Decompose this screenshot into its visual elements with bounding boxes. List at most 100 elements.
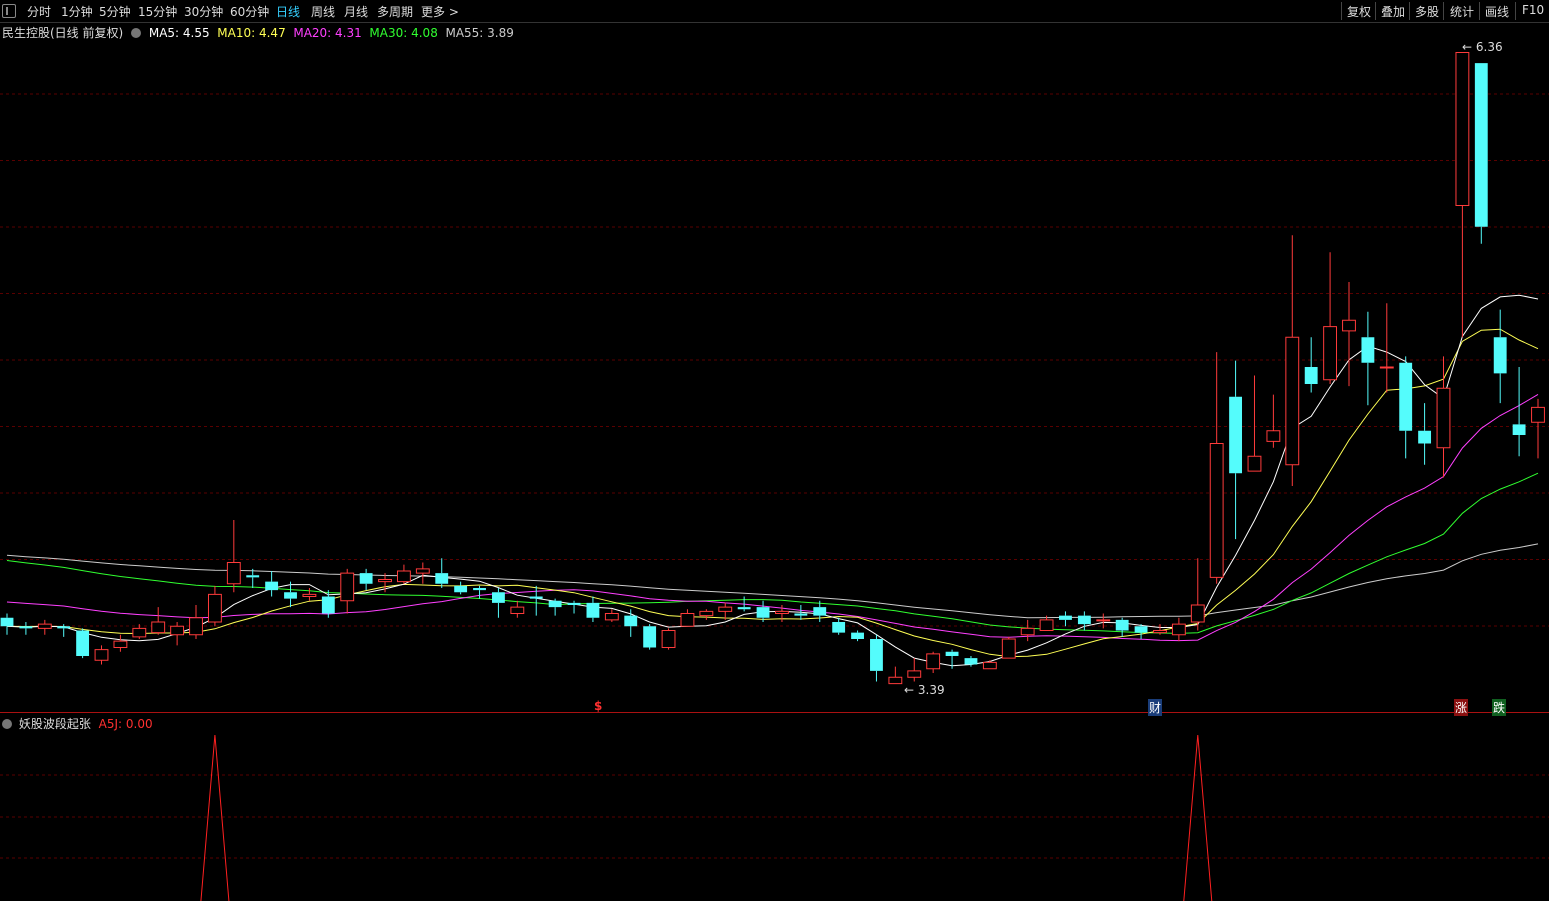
candle-down [624, 615, 638, 627]
candle-up [1020, 627, 1035, 636]
sub-settings-icon[interactable] [2, 719, 12, 729]
candle-up [1285, 336, 1300, 466]
candle-down [1361, 337, 1375, 363]
settings-dropdown-icon[interactable] [131, 28, 142, 38]
candle-up [37, 623, 52, 629]
candle-down [1399, 362, 1413, 431]
candle-down [1304, 367, 1318, 384]
candle-down [321, 596, 335, 614]
candle-up [661, 630, 676, 648]
candle-up [1455, 52, 1470, 206]
candle-down [794, 613, 808, 616]
high-price-label: ← 6.36 [1462, 40, 1503, 54]
candle-down [284, 592, 297, 599]
candle-down [643, 626, 657, 648]
candle-up [1436, 387, 1451, 449]
candle-down [435, 573, 449, 584]
sub-chart-header: 妖股波段起张 A5J: 0.00 [2, 715, 153, 732]
candle-up [888, 676, 903, 685]
candle-up [302, 593, 317, 597]
candle-up [1153, 630, 1167, 634]
candle-up [1266, 430, 1281, 442]
candle-down [359, 573, 373, 584]
candle-down [1493, 337, 1507, 374]
candle-down [567, 602, 581, 605]
candle-up [207, 593, 222, 623]
limit-down-marker[interactable]: 跌 [1492, 699, 1507, 716]
candle-down [19, 626, 33, 629]
dollar-marker[interactable]: $ [594, 699, 602, 713]
candle-up [1190, 604, 1205, 623]
candle-up [378, 579, 392, 583]
candle-up [94, 649, 109, 661]
indicator-title: 妖股波段起张 [18, 717, 91, 731]
main-chart-header: 民生控股(日线 前复权) MA5: 4.55 MA10: 4.47 MA20: … [2, 24, 514, 41]
candle-down [851, 632, 864, 639]
candle-down [1229, 396, 1243, 474]
signal-spike [1183, 734, 1213, 901]
candle-up [982, 661, 997, 670]
candle-down [1418, 430, 1432, 444]
candle-up [1531, 406, 1545, 423]
candle-up [1342, 319, 1356, 332]
candle-down [832, 622, 846, 633]
candle-up [396, 570, 411, 583]
candle-down [454, 585, 468, 593]
candle-down [1115, 619, 1129, 631]
candle-up [604, 613, 619, 621]
candle-up [1001, 638, 1016, 659]
limit-up-marker[interactable]: 涨 [1454, 699, 1469, 716]
indicator-value: A5J: 0.00 [98, 717, 153, 731]
candle-down [1077, 615, 1091, 625]
candle-up [718, 606, 733, 612]
candle-up [1096, 619, 1111, 622]
candle-up [680, 613, 695, 627]
candle-up [151, 621, 166, 634]
candle-up [415, 568, 430, 574]
candle-down [586, 602, 600, 618]
stock-title: 民生控股(日线 前复权) [2, 26, 124, 40]
candle-up [1171, 623, 1186, 636]
candle-down [870, 639, 883, 671]
candle-up [340, 572, 355, 602]
candle-down [813, 607, 827, 616]
candle-down [529, 596, 543, 599]
candle-down [492, 592, 505, 603]
candle-up [189, 617, 203, 636]
candle-up [1247, 455, 1262, 472]
candle-up [926, 653, 941, 670]
candle-up [1323, 326, 1338, 381]
candle-down [0, 617, 14, 627]
candle-down [756, 607, 770, 618]
ma5-label: MA5: 4.55 [148, 26, 210, 40]
ma5-line [6, 294, 1539, 667]
candle-down [1474, 63, 1488, 227]
candle-up [775, 610, 789, 614]
candle-down [57, 626, 71, 629]
candle-down [1134, 626, 1148, 633]
candle-up [510, 606, 525, 614]
ma30-line [6, 472, 1539, 634]
candle-down [265, 581, 279, 591]
candle-up [699, 610, 714, 617]
finance-marker[interactable]: 财 [1148, 699, 1163, 716]
candle-up [1039, 619, 1054, 631]
candle-up [907, 670, 922, 678]
candle-down [1512, 424, 1526, 435]
kline-chart-canvas[interactable] [0, 0, 1549, 901]
candle-down [548, 600, 562, 608]
candle-up [170, 625, 185, 636]
low-price-label: ← 3.39 [904, 683, 945, 697]
ma30-label: MA30: 4.08 [369, 26, 438, 40]
candle-down [964, 658, 978, 665]
candle-down [246, 575, 260, 578]
ma20-label: MA20: 4.31 [293, 26, 362, 40]
candle-up [132, 627, 147, 638]
signal-spike [200, 734, 230, 901]
candle-up [113, 640, 128, 648]
ma10-label: MA10: 4.47 [217, 26, 286, 40]
candle-down [1059, 615, 1072, 620]
candle-up [1209, 443, 1224, 578]
candle-down [473, 588, 486, 591]
candle-up [1379, 366, 1394, 369]
